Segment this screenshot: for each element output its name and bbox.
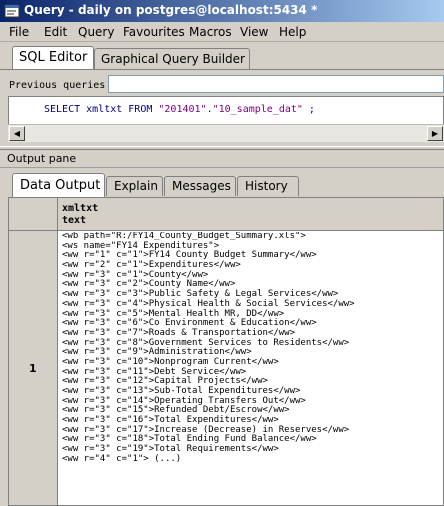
tab-explain[interactable]: Explain <box>106 176 163 196</box>
output-pane-title: Output pane <box>7 152 77 165</box>
tab-explain-label: Explain <box>114 179 158 193</box>
tab-data-output[interactable]: Data Output <box>12 173 105 198</box>
sql-terminator: ; <box>302 104 315 115</box>
tab-data-output-label: Data Output <box>20 178 101 193</box>
sql-query-app-icon <box>4 4 20 18</box>
cell-line: <ww r="4" c="1"> (...) <box>62 453 182 464</box>
menu-view[interactable]: View <box>240 25 268 39</box>
menu-help[interactable]: Help <box>279 25 306 39</box>
tab-sql-editor-label: SQL Editor <box>19 50 88 65</box>
tab-history-label: History <box>245 179 288 193</box>
previous-queries-label: Previous queries <box>9 80 106 91</box>
menu-favourites[interactable]: Favourites <box>123 25 185 39</box>
data-output-grid[interactable]: xmltxt text 1 <wb path="R:/FY14_County_B… <box>8 197 444 506</box>
row-header[interactable]: 1 <box>9 231 58 505</box>
column-header-xmltxt[interactable]: xmltxt text <box>58 198 443 231</box>
sql-schema-name: "201401" <box>158 104 207 115</box>
row-number: 1 <box>29 362 37 375</box>
menu-file[interactable]: File <box>9 25 29 39</box>
output-pane-header: Output pane <box>0 150 444 168</box>
menu-query[interactable]: Query <box>78 25 114 39</box>
scroll-left-arrow-icon[interactable]: ◀ <box>9 126 25 141</box>
tab-graphical-query-builder[interactable]: Graphical Query Builder <box>94 48 250 69</box>
output-tab-strip: Data Output Explain Messages History <box>0 170 444 198</box>
title-bar[interactable]: Query - daily on postgres@localhost:5434… <box>0 0 444 22</box>
tab-sql-editor[interactable]: SQL Editor <box>12 46 94 70</box>
sql-text: SELECT xmltxt FROM "201401"."10_sample_d… <box>44 104 315 115</box>
menu-bar: File Edit Query Favourites Macros View H… <box>0 22 444 42</box>
window-title: Query - daily on postgres@localhost:5434… <box>24 3 318 17</box>
previous-queries-dropdown[interactable] <box>108 75 444 93</box>
sql-select-clause: SELECT xmltxt FROM <box>44 104 159 115</box>
column-type: text <box>62 215 87 226</box>
editor-horizontal-scrollbar[interactable]: ◀ ▶ <box>8 124 444 142</box>
menu-macros[interactable]: Macros <box>189 25 232 39</box>
tab-strip-divider <box>0 69 444 70</box>
sql-table-name: "10_sample_dat" <box>212 104 303 115</box>
tab-history[interactable]: History <box>237 176 299 196</box>
editor-tab-strip: SQL Editor Graphical Query Builder <box>0 44 444 70</box>
scroll-right-arrow-icon[interactable]: ▶ <box>427 126 443 141</box>
menu-edit[interactable]: Edit <box>44 25 67 39</box>
tab-messages[interactable]: Messages <box>164 176 236 196</box>
tab-messages-label: Messages <box>172 179 231 193</box>
grid-corner[interactable] <box>9 198 58 231</box>
column-name: xmltxt <box>62 203 99 214</box>
table-cell-xmltxt[interactable]: <wb path="R:/FY14_County_Budget_Summary.… <box>62 232 442 504</box>
tab-graphical-query-builder-label: Graphical Query Builder <box>101 52 245 66</box>
